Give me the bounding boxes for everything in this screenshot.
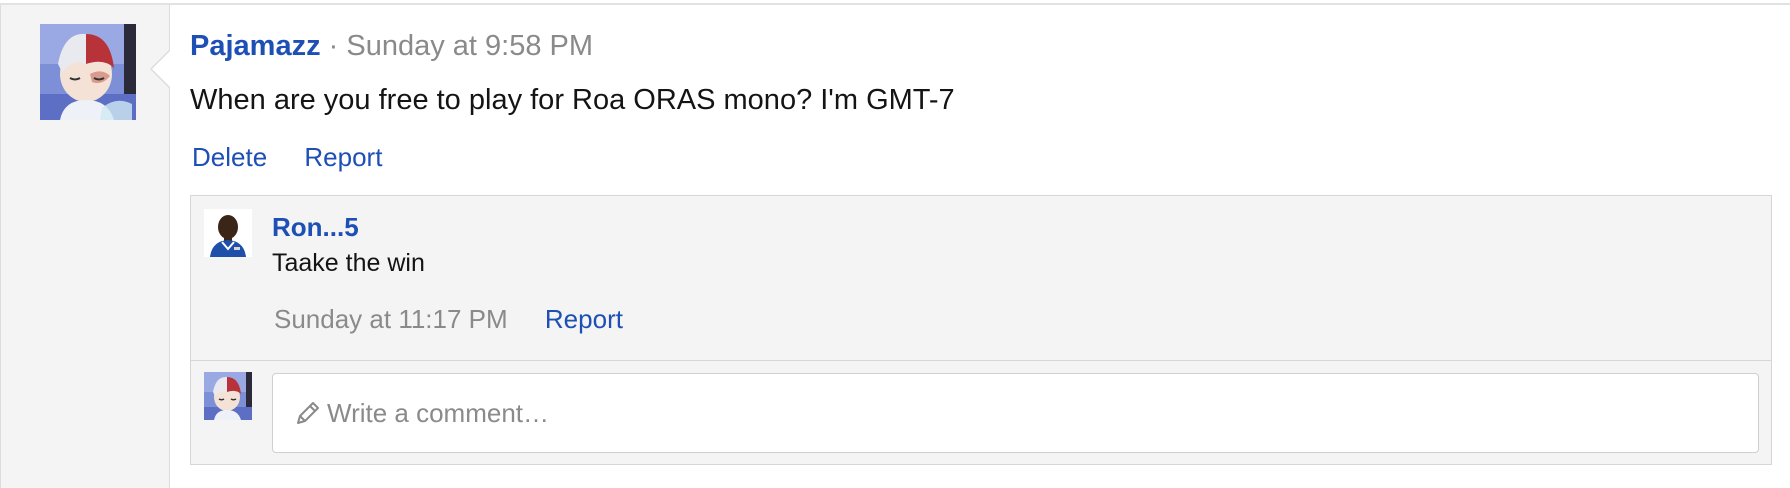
reply-author-avatar[interactable]	[204, 209, 252, 257]
composer-avatar	[204, 372, 252, 420]
post-author-avatar[interactable]	[40, 24, 136, 120]
comments-section: Ron...5 Taake the win Sunday at 11:17 PM…	[190, 195, 1772, 465]
report-button[interactable]: Report	[304, 142, 382, 172]
comment-input[interactable]: Write a comment…	[272, 373, 1759, 453]
comment-divider	[191, 360, 1771, 361]
reply-meta: Sunday at 11:17 PM Report	[274, 303, 623, 335]
anime-character-avatar-icon	[40, 24, 136, 120]
profile-post-frame: Pajamazz · Sunday at 9:58 PM When are yo…	[0, 0, 1790, 488]
delete-button[interactable]: Delete	[192, 142, 267, 172]
pencil-icon	[297, 402, 319, 424]
comment-placeholder: Write a comment…	[327, 398, 550, 428]
reply-timestamp[interactable]: Sunday at 11:17 PM	[274, 304, 508, 334]
reply-message: Taake the win	[272, 249, 425, 277]
reply-report-button[interactable]: Report	[545, 304, 623, 334]
post-header: Pajamazz · Sunday at 9:58 PM	[190, 28, 593, 64]
header-separator: ·	[328, 30, 339, 62]
post-timestamp[interactable]: Sunday at 9:58 PM	[346, 30, 593, 62]
post-message: When are you free to play for Roa ORAS m…	[190, 84, 955, 116]
player-photo-avatar-icon	[204, 209, 252, 257]
anime-character-avatar-small-icon	[204, 372, 252, 420]
post-actions: Delete Report	[192, 140, 412, 174]
bubble-arrow-inner	[152, 51, 170, 87]
post-author-link[interactable]: Pajamazz	[190, 30, 321, 62]
reply-author-link[interactable]: Ron...5	[272, 211, 359, 243]
